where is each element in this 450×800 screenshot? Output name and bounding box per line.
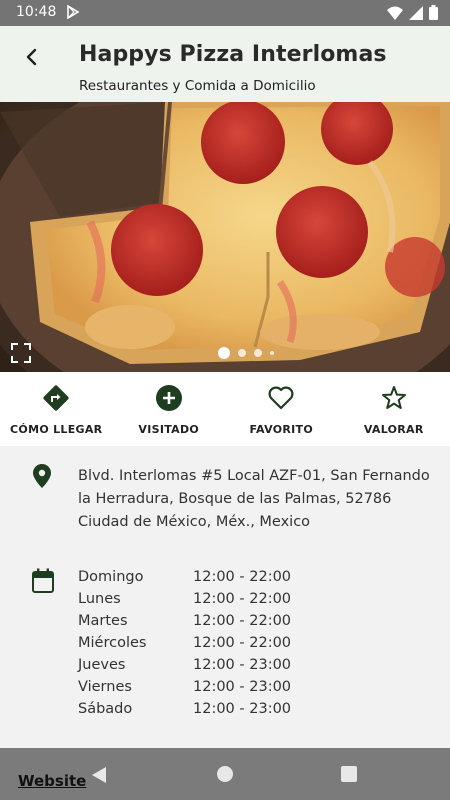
- back-button[interactable]: [16, 42, 46, 72]
- hours-time: 12:00 - 23:00: [193, 657, 292, 673]
- hours-day: Viernes: [78, 679, 132, 695]
- wifi-icon: [387, 6, 403, 20]
- hours-time: 12:00 - 23:00: [193, 701, 292, 717]
- directions-button[interactable]: CÓMO LLEGAR: [0, 372, 113, 446]
- arrow-back-icon: [26, 48, 37, 66]
- hours-day: Sábado: [78, 701, 133, 717]
- signal-icon: [409, 5, 423, 20]
- star-icon: [381, 386, 406, 409]
- carousel-dot[interactable]: [254, 349, 262, 357]
- hours-day: Miércoles: [78, 635, 147, 651]
- hours-day: Domingo: [78, 569, 144, 585]
- visited-label: VISITADO: [138, 423, 200, 436]
- add-circle-icon: [155, 385, 182, 411]
- page-title: Happys Pizza Interlomas: [79, 42, 387, 67]
- visited-button[interactable]: VISITADO: [113, 372, 226, 446]
- hours-time: 12:00 - 22:00: [193, 569, 292, 585]
- carousel-indicator: [218, 347, 274, 359]
- details-section: Blvd. Interlomas #5 Local AZF-01, San Fe…: [0, 446, 450, 748]
- carousel-dot[interactable]: [238, 349, 246, 357]
- status-bar: 10:48: [0, 0, 450, 26]
- carousel-dot[interactable]: [270, 351, 274, 355]
- hours-row: Viernes 12:00 - 23:00: [78, 679, 303, 701]
- fullscreen-icon[interactable]: [10, 342, 32, 364]
- hours-row: Jueves 12:00 - 23:00: [78, 657, 303, 679]
- hours-time: 12:00 - 22:00: [193, 635, 292, 651]
- nav-recents-icon[interactable]: [341, 766, 357, 782]
- status-time: 10:48: [16, 4, 57, 20]
- heart-icon: [268, 386, 294, 410]
- directions-icon: [43, 385, 69, 411]
- rate-label: VALORAR: [363, 423, 424, 436]
- favorite-label: FAVORITO: [249, 423, 313, 436]
- hours-row: Lunes 12:00 - 22:00: [78, 591, 303, 613]
- hours-time: 12:00 - 22:00: [193, 591, 292, 607]
- hours-time: 12:00 - 22:00: [193, 613, 292, 629]
- hours-day: Lunes: [78, 591, 121, 607]
- directions-label: CÓMO LLEGAR: [10, 423, 103, 436]
- hours-row: Sábado 12:00 - 23:00: [78, 701, 303, 723]
- calendar-icon: [32, 568, 54, 593]
- hero-image-carousel[interactable]: [0, 102, 450, 372]
- page-subtitle: Restaurantes y Comida a Domicilio: [79, 78, 316, 94]
- hours-row: Martes 12:00 - 22:00: [78, 613, 303, 635]
- action-bar: CÓMO LLEGAR VISITADO FAVORITO VALORAR: [0, 372, 450, 446]
- carousel-dot-active[interactable]: [218, 347, 230, 359]
- status-icons: [387, 5, 438, 20]
- hours-time: 12:00 - 23:00: [193, 679, 292, 695]
- favorite-button[interactable]: FAVORITO: [225, 372, 338, 446]
- opening-hours: Domingo 12:00 - 22:00 Lunes 12:00 - 22:00 …: [78, 569, 303, 723]
- hours-day: Martes: [78, 613, 128, 629]
- nav-home-icon[interactable]: [217, 766, 233, 782]
- hours-row: Domingo 12:00 - 22:00: [78, 569, 303, 591]
- rate-button[interactable]: VALORAR: [338, 372, 450, 446]
- hours-row: Miércoles 12:00 - 22:00: [78, 635, 303, 657]
- play-store-icon: [67, 5, 80, 19]
- app-header: Happys Pizza Interlomas Restaurantes y C…: [0, 26, 450, 102]
- pizza-photo: [0, 102, 450, 372]
- nav-back-icon[interactable]: [91, 766, 107, 784]
- address-text[interactable]: Blvd. Interlomas #5 Local AZF-01, San Fe…: [78, 465, 438, 534]
- location-pin-icon: [33, 464, 51, 488]
- battery-icon: [429, 5, 438, 20]
- system-nav-bar: Website: [0, 748, 450, 800]
- website-link[interactable]: Website: [18, 772, 86, 790]
- hours-day: Jueves: [78, 657, 126, 673]
